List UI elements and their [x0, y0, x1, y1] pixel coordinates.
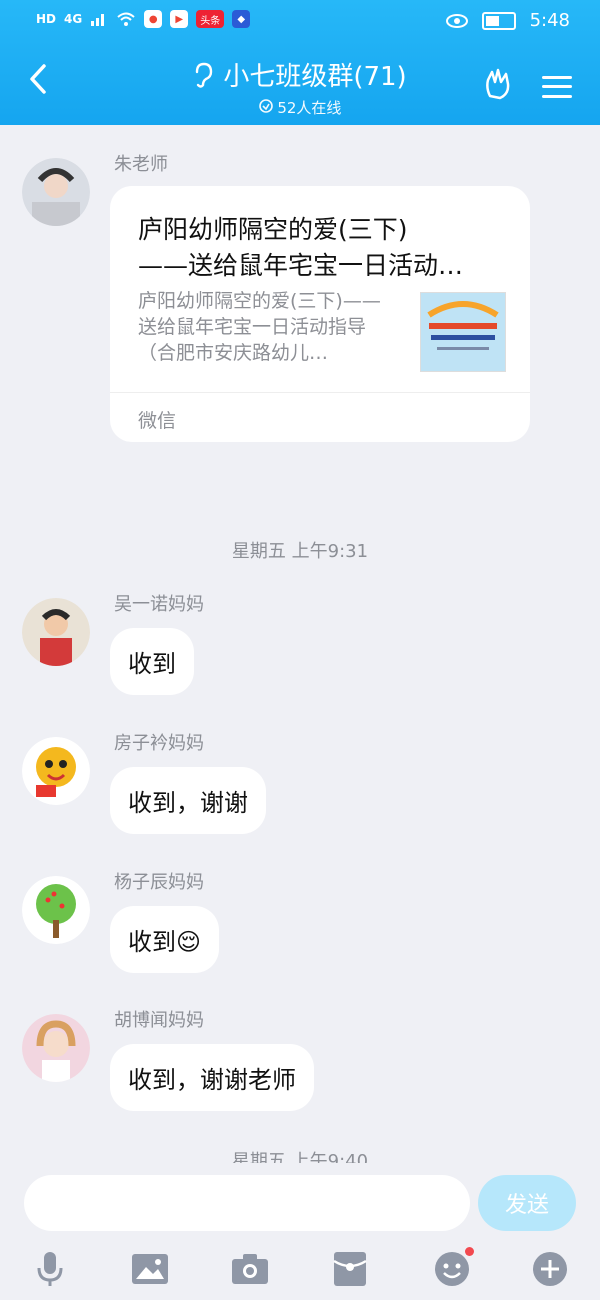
camera-icon: [232, 1254, 268, 1284]
card-divider: [110, 392, 530, 393]
message-input[interactable]: [24, 1175, 470, 1231]
avatar[interactable]: [22, 876, 90, 944]
sender-name: 杨子辰妈妈: [114, 872, 204, 893]
clock: 5:48: [529, 10, 570, 31]
sender-name: 吴一诺妈妈: [114, 594, 204, 615]
camera-button[interactable]: [230, 1249, 270, 1289]
avatar[interactable]: [22, 1014, 90, 1082]
timestamp: 星期五 上午9:31: [231, 541, 369, 562]
message-bubble[interactable]: 收到，谢谢老师: [110, 1044, 314, 1111]
group-title[interactable]: 小七班级群(71): [223, 56, 406, 93]
hand-gesture-button[interactable]: [482, 66, 516, 107]
message-bubble[interactable]: 收到😌: [110, 906, 220, 973]
ear-icon: [196, 62, 213, 88]
more-button[interactable]: [530, 1249, 570, 1289]
notification-dot: [465, 1247, 474, 1256]
toutiao-app-icon: 头条: [196, 10, 225, 28]
shop-app-icon: ◆: [232, 10, 251, 28]
send-button[interactable]: 发送: [478, 1175, 576, 1231]
menu-button[interactable]: [542, 75, 572, 98]
online-count: 52人在线: [277, 99, 342, 117]
message-bubble[interactable]: 收到: [110, 628, 194, 695]
sender-name: 胡博闻妈妈: [114, 1010, 204, 1031]
card-source: 微信: [138, 410, 177, 432]
mic-icon: [37, 1252, 63, 1286]
avatar[interactable]: [22, 158, 90, 226]
image-icon: [132, 1254, 168, 1284]
image-button[interactable]: [130, 1249, 170, 1289]
card-title: 庐阳幼师隔空的爱(三下) ——送给鼠年宅宝一日活动…: [138, 215, 464, 280]
card-description: 庐阳幼师隔空的爱(三下)——送给鼠年宅宝一日活动指导（合肥市安庆路幼儿…: [138, 290, 381, 364]
eye-comfort-icon: [445, 13, 468, 28]
status-bar: HD 4G ● ▶ 头条 ◆ 5:48: [0, 0, 600, 42]
app-notification-icon: ●: [144, 10, 163, 28]
signal-icon: [91, 14, 105, 26]
voice-button[interactable]: [30, 1249, 70, 1289]
sender-name: 朱老师: [114, 154, 168, 175]
sender-name: 房子衿妈妈: [114, 733, 204, 754]
plus-icon: [533, 1252, 567, 1286]
message-bubble[interactable]: 收到，谢谢: [110, 767, 266, 834]
input-area: 发送: [0, 1163, 600, 1300]
avatar[interactable]: [22, 737, 90, 805]
battery-icon: [481, 11, 516, 30]
hd-indicator: HD: [36, 12, 57, 26]
avatar[interactable]: [22, 598, 90, 666]
input-toolbar: [0, 1245, 600, 1295]
red-packet-icon: [333, 1252, 367, 1286]
online-status-icon: [258, 99, 273, 113]
chat-header: HD 4G ● ▶ 头条 ◆ 5:48 小七班级群(71) 52人在线: [0, 0, 600, 125]
emoji-icon: [435, 1252, 469, 1286]
emoji-button[interactable]: [432, 1247, 474, 1289]
red-packet-button[interactable]: [330, 1249, 370, 1289]
shared-article-card[interactable]: 庐阳幼师隔空的爱(三下) ——送给鼠年宅宝一日活动… 庐阳幼师隔空的爱(三下)—…: [110, 186, 530, 442]
network-indicator: 4G: [64, 12, 83, 26]
wifi-icon: [117, 12, 135, 26]
hand-gesture-icon: [486, 68, 510, 100]
video-app-icon: ▶: [170, 10, 189, 28]
card-thumbnail: [420, 292, 506, 372]
